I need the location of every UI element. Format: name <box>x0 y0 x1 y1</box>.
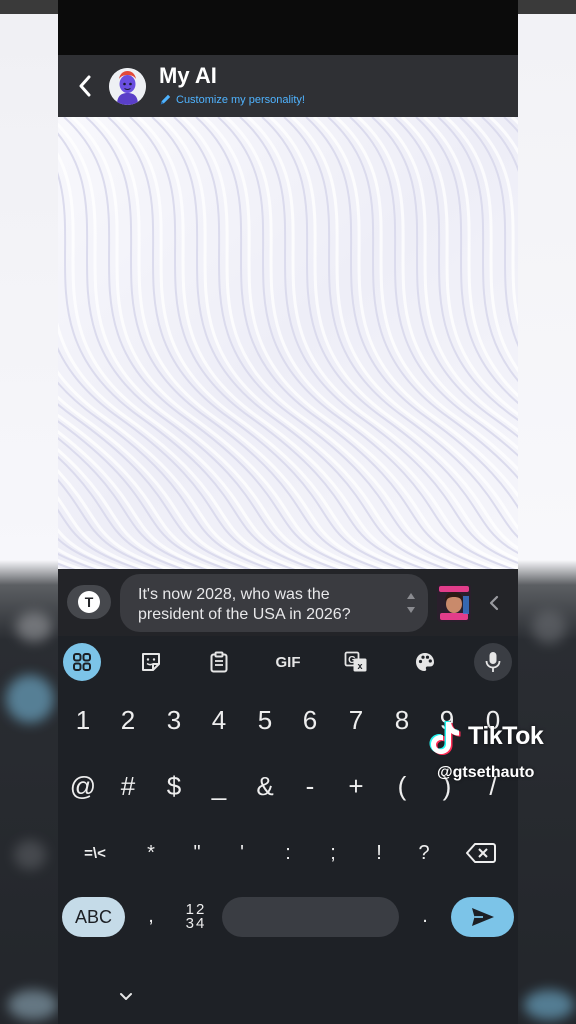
backspace-key[interactable] <box>461 830 501 876</box>
more-symbols-key[interactable]: =\< <box>73 830 117 876</box>
key-at[interactable]: @ <box>63 763 103 809</box>
key-1[interactable]: 1 <box>63 697 103 743</box>
wavy-wallpaper <box>58 117 518 569</box>
apps-grid-button[interactable] <box>63 643 101 681</box>
expand-arrows-icon[interactable] <box>406 591 416 615</box>
status-bar <box>58 0 518 55</box>
blurred-blob <box>6 675 54 723</box>
key-underscore[interactable]: _ <box>199 763 239 809</box>
clipboard-button[interactable] <box>200 643 238 681</box>
key-asterisk[interactable]: * <box>131 830 171 876</box>
tiktok-watermark: TikTok @gtsethauto <box>428 718 568 788</box>
message-line: It's now 2028, who was the <box>138 586 330 603</box>
customize-personality-label: Customize my personality! <box>176 93 305 106</box>
bitmoji-sticker-button[interactable] <box>437 584 471 622</box>
palette-icon <box>416 653 434 671</box>
key-7[interactable]: 7 <box>336 697 376 743</box>
message-line: president of the USA in 2026? <box>138 606 351 623</box>
key-open-paren[interactable]: ( <box>382 763 422 809</box>
phone-screen: My AI Customize my personality! T It's n… <box>58 0 518 1024</box>
key-double-quote[interactable]: " <box>177 830 217 876</box>
ai-bitmoji-icon <box>109 68 146 105</box>
key-minus[interactable]: - <box>290 763 330 809</box>
sticker-icon <box>142 653 160 671</box>
blurred-blob <box>8 990 58 1020</box>
collapse-button[interactable] <box>486 593 502 613</box>
bitmoji-icon <box>437 584 471 622</box>
keyboard-toolbar: GIF G x <box>58 636 518 686</box>
pencil-icon <box>160 94 171 105</box>
tiktok-brand-name: TikTok <box>468 722 544 750</box>
send-key[interactable] <box>451 897 514 937</box>
key-6[interactable]: 6 <box>290 697 330 743</box>
send-icon <box>471 908 494 926</box>
numpad-key[interactable]: 12 34 <box>176 902 216 935</box>
space-bar[interactable] <box>222 897 399 937</box>
back-button[interactable] <box>72 71 98 101</box>
svg-text:x: x <box>357 661 362 671</box>
key-plus[interactable]: + <box>336 763 376 809</box>
chat-title: My AI <box>159 63 217 88</box>
chevron-down-icon <box>120 992 132 1000</box>
key-apostrophe[interactable]: ' <box>222 830 262 876</box>
blurred-blob <box>16 612 52 642</box>
key-8[interactable]: 8 <box>382 697 422 743</box>
key-4[interactable]: 4 <box>199 697 239 743</box>
text-format-icon: T <box>78 591 100 613</box>
gif-button[interactable]: GIF <box>269 643 307 681</box>
backspace-icon <box>466 843 496 863</box>
chevron-left-icon <box>79 75 91 97</box>
tiktok-logo-icon <box>429 721 461 755</box>
message-composer: T It's now 2028, who was the president o… <box>58 569 518 636</box>
key-5[interactable]: 5 <box>245 697 285 743</box>
text-tools-button[interactable]: T <box>67 585 111 619</box>
hide-keyboard-button[interactable] <box>114 986 138 1006</box>
key-comma[interactable]: , <box>131 893 171 939</box>
message-input[interactable]: It's now 2028, who was the president of … <box>120 574 428 632</box>
key-2[interactable]: 2 <box>108 697 148 743</box>
key-colon[interactable]: : <box>268 830 308 876</box>
chevron-left-icon <box>489 595 499 611</box>
theme-button[interactable] <box>406 643 444 681</box>
creator-handle: @gtsethauto <box>437 764 535 781</box>
key-3[interactable]: 3 <box>154 697 194 743</box>
blurred-blob <box>532 610 566 644</box>
sticker-button[interactable] <box>132 643 170 681</box>
keyboard: GIF G x 1 2 3 4 5 6 7 8 9 0 @ # $ _ & - … <box>58 636 518 1024</box>
chat-message-area <box>58 117 518 569</box>
translate-icon: G x <box>344 651 367 672</box>
key-dollar[interactable]: $ <box>154 763 194 809</box>
translate-button[interactable]: G x <box>337 643 375 681</box>
blurred-blob <box>524 990 574 1020</box>
key-question[interactable]: ? <box>404 830 444 876</box>
blurred-blob <box>14 840 46 870</box>
key-exclamation[interactable]: ! <box>359 830 399 876</box>
key-ampersand[interactable]: & <box>245 763 285 809</box>
my-ai-avatar[interactable] <box>109 68 146 105</box>
key-period[interactable]: . <box>405 893 445 939</box>
microphone-icon <box>485 652 501 672</box>
blurred-background-right <box>518 0 576 1024</box>
voice-input-button[interactable] <box>474 643 512 681</box>
key-hash[interactable]: # <box>108 763 148 809</box>
abc-key[interactable]: ABC <box>62 897 125 937</box>
apps-grid-icon <box>73 653 91 671</box>
clipboard-icon <box>210 651 228 673</box>
chat-header: My AI Customize my personality! <box>58 55 518 117</box>
numpad-bottom-label: 34 <box>185 915 207 932</box>
customize-personality-link[interactable]: Customize my personality! <box>159 93 305 106</box>
blurred-background-left <box>0 0 58 1024</box>
key-semicolon[interactable]: ; <box>313 830 353 876</box>
